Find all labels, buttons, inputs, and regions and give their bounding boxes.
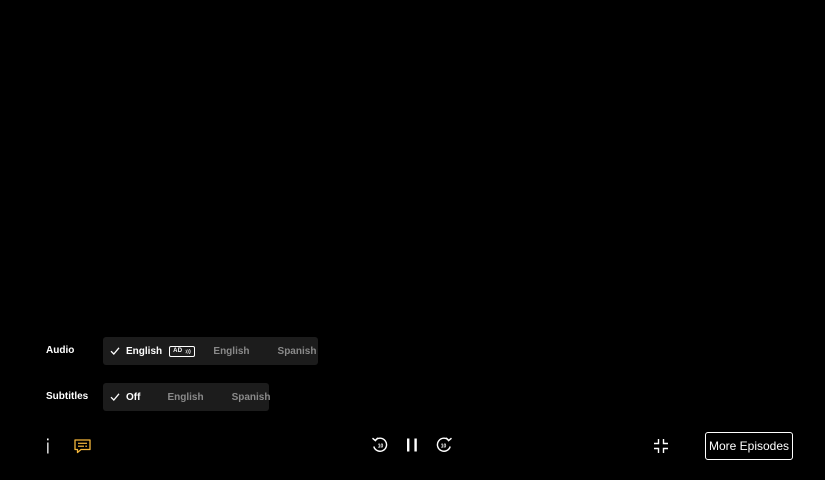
audio-option-label: English [126, 345, 163, 357]
subtitles-option-label: Off [126, 391, 141, 403]
subtitles-button[interactable] [72, 436, 92, 456]
rewind-10-icon: 10 [372, 437, 388, 452]
rewind-10-button[interactable]: 10 [370, 435, 390, 455]
info-button[interactable] [40, 436, 56, 456]
rewind-seconds: 10 [378, 444, 384, 450]
video-player[interactable]: Audio English AD English Spanish Subtitl… [0, 0, 825, 480]
subtitles-option-spanish[interactable]: Spanish [232, 392, 271, 403]
audio-option-spanish[interactable]: Spanish [278, 346, 317, 357]
audio-option-english[interactable]: English [213, 346, 249, 357]
subtitles-option-label: Spanish [231, 391, 271, 403]
subtitles-option-english[interactable]: English [167, 392, 203, 403]
audio-option-label: English [213, 345, 250, 357]
pause-button[interactable] [402, 435, 422, 455]
ad-badge-text: AD [173, 348, 183, 354]
audio-description-badge: AD [169, 345, 196, 357]
forward-10-icon: 10 [436, 437, 452, 452]
subtitles-option-off[interactable]: Off [110, 392, 140, 403]
minimize-button[interactable] [651, 436, 671, 456]
minimize-icon [654, 439, 668, 453]
forward-10-button[interactable]: 10 [434, 435, 454, 455]
audio-option-label: Spanish [277, 345, 317, 357]
pause-icon [407, 438, 417, 452]
more-episodes-button[interactable]: More Episodes [705, 432, 793, 460]
audio-label: Audio [46, 345, 75, 356]
subtitles-label: Subtitles [46, 391, 89, 402]
subtitles-option-label: English [167, 391, 204, 403]
subtitles-icon [73, 438, 91, 453]
checkmark-icon [110, 347, 120, 355]
audio-option-english-ad[interactable]: English AD [110, 345, 196, 357]
audio-description-icon [185, 348, 191, 354]
checkmark-icon [110, 393, 120, 401]
forward-seconds: 10 [441, 444, 447, 450]
info-icon [47, 438, 49, 454]
subtitles-track-selector: Off English Spanish [103, 383, 271, 411]
audio-track-selector: English AD English Spanish [103, 337, 318, 365]
